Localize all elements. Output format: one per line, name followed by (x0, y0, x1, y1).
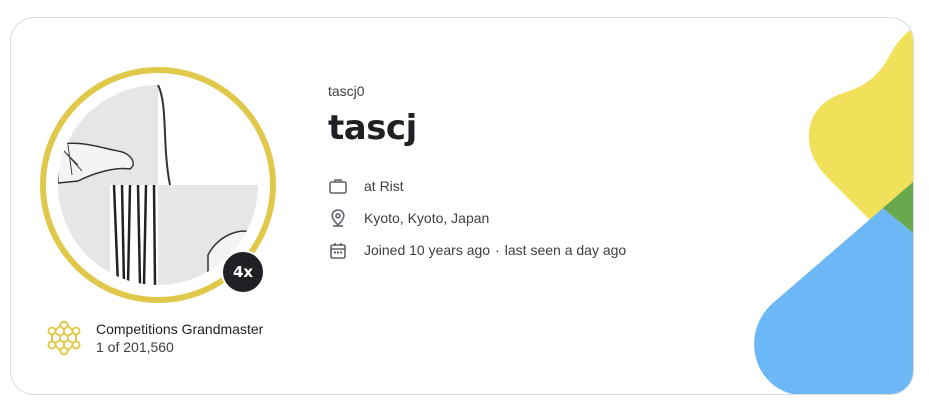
organization: at Rist (364, 178, 404, 194)
joined-date: Joined 10 years ago (364, 242, 491, 258)
profile-info: tascj0 tascj at Rist Kyoto, Kyoto, Japan… (328, 82, 626, 266)
avatar[interactable]: 4x (40, 67, 280, 307)
tier-badge: 4x (221, 250, 265, 294)
last-seen: last seen a day ago (504, 242, 627, 258)
separator: · (495, 242, 500, 258)
username: tascj0 (328, 83, 365, 99)
organization-row: at Rist (328, 170, 626, 202)
location: Kyoto, Kyoto, Japan (364, 210, 490, 226)
joined-row: Joined 10 years ago · last seen a day ago (328, 234, 626, 266)
joined-info: Joined 10 years ago · last seen a day ago (364, 242, 626, 258)
location-row: Kyoto, Kyoto, Japan (328, 202, 626, 234)
deco-blue-shape (754, 208, 913, 394)
rank-position: 1 of 201,560 (96, 339, 174, 355)
decorative-shapes (754, 28, 913, 394)
grandmaster-tier-icon (47, 320, 81, 356)
profile-card: 4x Competitions Grandmaster 1 of 201,560… (10, 17, 914, 395)
location-pin-icon (328, 208, 348, 228)
briefcase-icon (328, 176, 348, 196)
display-name: tascj (328, 108, 417, 148)
profile-details: at Rist Kyoto, Kyoto, Japan Joined 10 ye… (328, 170, 626, 266)
calendar-icon (328, 240, 348, 260)
rank-summary: Competitions Grandmaster 1 of 201,560 (44, 318, 263, 358)
rank-title[interactable]: Competitions Grandmaster (96, 320, 263, 338)
